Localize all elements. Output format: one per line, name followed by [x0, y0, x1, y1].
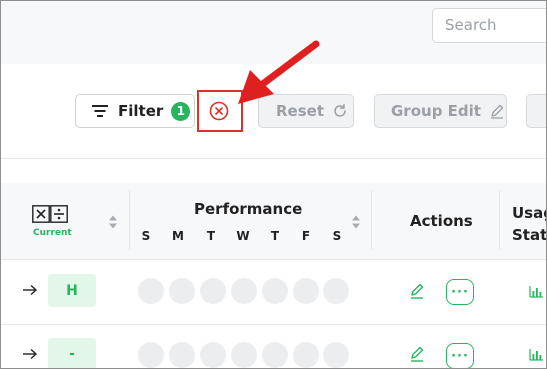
- calculator-icon[interactable]: [32, 205, 68, 223]
- more-actions-button[interactable]: ···: [446, 279, 474, 305]
- performance-dot: [293, 342, 319, 368]
- filter-count-badge: 1: [171, 101, 191, 121]
- arrow-right-icon[interactable]: [22, 284, 38, 296]
- column-divider: [371, 190, 372, 250]
- day-label: F: [301, 229, 311, 243]
- pencil-icon[interactable]: [409, 283, 425, 299]
- status-badge: H: [48, 274, 96, 307]
- usage-label-line2: Stat: [512, 226, 547, 244]
- day-label: M: [172, 229, 184, 243]
- sort-icon[interactable]: [108, 214, 118, 230]
- performance-header: Performance: [194, 200, 303, 218]
- performance-dot: [231, 342, 257, 368]
- filter-button[interactable]: Filter 1: [75, 94, 195, 128]
- divider: [1, 158, 546, 159]
- search-input[interactable]: Search: [432, 8, 547, 43]
- reset-icon: [334, 104, 346, 117]
- performance-dot: [138, 342, 164, 368]
- sort-icon[interactable]: [351, 214, 361, 230]
- more-toolbar-button[interactable]: [526, 94, 547, 128]
- actions-header: Actions: [410, 212, 473, 230]
- usage-label-line1: Usag: [512, 204, 547, 222]
- day-label: S: [141, 229, 151, 243]
- filter-label: Filter: [118, 102, 164, 120]
- performance-dot: [262, 278, 288, 304]
- status-badge: -: [48, 338, 96, 369]
- day-label: T: [270, 229, 280, 243]
- pencil-icon: [490, 104, 504, 119]
- performance-dot: [169, 342, 195, 368]
- performance-dot: [200, 342, 226, 368]
- performance-dot: [323, 278, 349, 304]
- day-label: W: [236, 229, 250, 243]
- annotation-arrow: [238, 40, 320, 104]
- row-divider: [1, 324, 546, 325]
- arrow-right-icon[interactable]: [22, 348, 38, 360]
- column-divider: [129, 190, 130, 250]
- usage-status-header: Usag Stat: [512, 202, 547, 246]
- performance-dot: [262, 342, 288, 368]
- current-label: Current: [33, 228, 72, 238]
- clear-filter-icon[interactable]: [209, 101, 229, 121]
- performance-dot: [231, 278, 257, 304]
- group-edit-button[interactable]: Group Edit: [374, 94, 507, 128]
- column-divider: [499, 190, 500, 250]
- day-label: T: [206, 229, 216, 243]
- performance-dot: [169, 278, 195, 304]
- group-edit-label: Group Edit: [391, 102, 481, 120]
- filter-icon: [92, 105, 108, 117]
- pencil-icon[interactable]: [409, 346, 425, 362]
- more-actions-button[interactable]: ···: [446, 343, 474, 369]
- day-label: S: [332, 229, 342, 243]
- performance-dot: [323, 342, 349, 368]
- performance-dot: [293, 278, 319, 304]
- bar-chart-icon[interactable]: [529, 286, 543, 298]
- bar-chart-icon[interactable]: [529, 349, 543, 361]
- performance-dot: [200, 278, 226, 304]
- performance-dot: [138, 278, 164, 304]
